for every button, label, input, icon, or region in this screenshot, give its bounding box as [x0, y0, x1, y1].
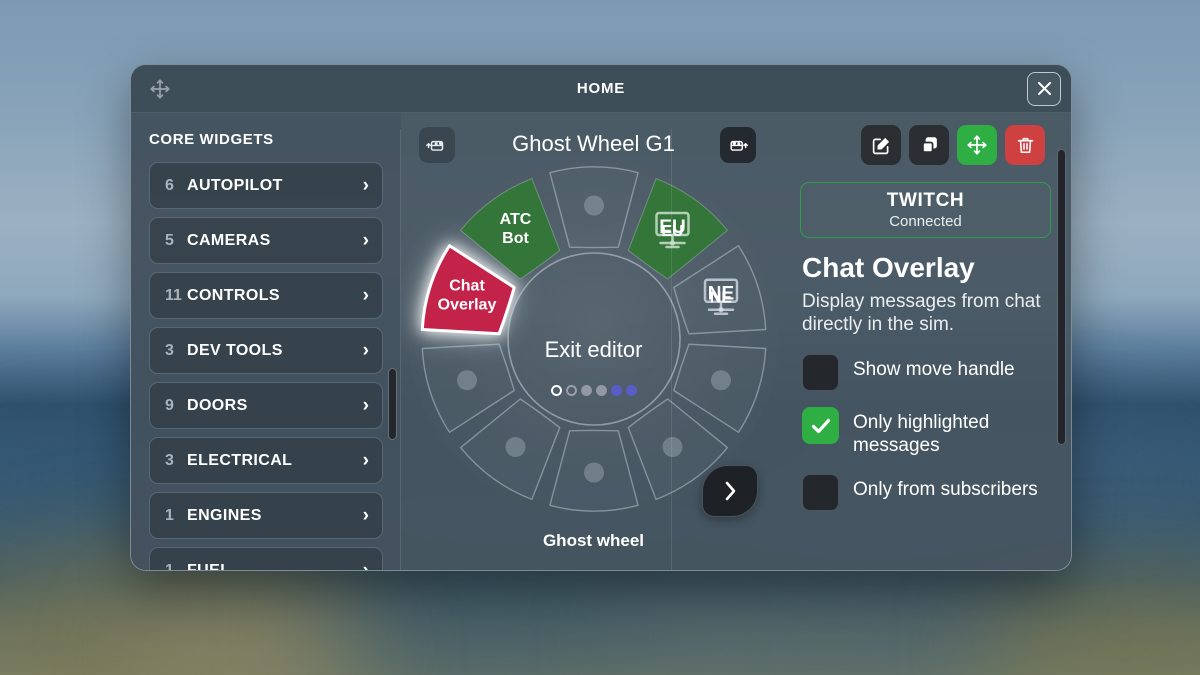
sidebar-item-label: CAMERAS	[187, 231, 271, 249]
close-icon[interactable]	[1027, 71, 1061, 106]
sidebar-item-label: CONTROLS	[187, 286, 280, 304]
ghost-wheel: EU EU NE NE Chat Overlay ATC Bot Exit editor Gh…	[401, 161, 786, 559]
page-title: HOME	[576, 80, 626, 97]
sidebar-item-count: 6	[165, 176, 174, 194]
sidebar-item-count: 1	[165, 506, 174, 524]
sidebar: CORE WIDGETS 6 AUTOPILOT › 5 CAMERAS › 11 CONTR…	[131, 113, 401, 570]
pager-dot[interactable]	[595, 385, 607, 396]
sidebar-item-count: 9	[165, 396, 174, 414]
chevron-right-icon[interactable]	[702, 465, 758, 517]
empty-slot-dot	[583, 462, 604, 483]
chevron-right-icon: ›	[362, 450, 369, 471]
widget-detail-panel: TWITCH Connected Chat Overlay Display me…	[786, 113, 1071, 570]
background-blob	[980, 575, 1200, 675]
sidebar-item-label: FUEL	[187, 561, 231, 571]
empty-slot-dot	[710, 370, 731, 391]
edit-button[interactable]	[861, 125, 901, 165]
option-label: Only from subscribers	[853, 478, 1038, 500]
widget-title: Chat Overlay	[802, 252, 975, 283]
chevron-right-icon: ›	[362, 340, 369, 361]
panel-scrollbar-thumb[interactable]	[1057, 149, 1066, 445]
sidebar-item-controls[interactable]: 11 CONTROLS ›	[149, 272, 383, 319]
background-blob	[620, 555, 1040, 675]
widget-description: Display messages from chat directly in t…	[802, 291, 1041, 336]
window-body: CORE WIDGETS 6 AUTOPILOT › 5 CAMERAS › 11 CONTR…	[131, 113, 1071, 570]
category-list: 6 AUTOPILOT › 5 CAMERAS › 11 CONTROLS › 3 DEV TOOL…	[149, 162, 383, 570]
option-row: Show move handle	[800, 354, 1051, 392]
checkbox-only-highlighted-messages[interactable]	[802, 407, 839, 445]
sidebar-item-engines[interactable]: 1 ENGINES ›	[149, 492, 383, 539]
segment-label: NE	[709, 290, 732, 307]
empty-slot-dot	[456, 370, 477, 391]
chevron-right-icon: ›	[362, 505, 369, 526]
sidebar-item-cameras[interactable]: 5 CAMERAS ›	[149, 217, 383, 264]
pager-dot[interactable]	[580, 385, 592, 396]
pager-dot[interactable]	[550, 385, 562, 396]
wheel-footer-label: Ghost wheel	[542, 531, 645, 550]
sidebar-item-autopilot[interactable]: 6 AUTOPILOT ›	[149, 162, 383, 209]
checkbox-show-move-handle[interactable]	[802, 354, 839, 392]
sidebar-item-count: 3	[165, 341, 174, 359]
sidebar-item-label: ENGINES	[187, 506, 262, 524]
window-titlebar: HOME	[131, 65, 1071, 113]
sidebar-item-fuel[interactable]: 1 FUEL ›	[149, 547, 383, 570]
sidebar-item-count: 11	[165, 286, 182, 304]
checkbox-only-from-subscribers[interactable]	[802, 473, 839, 511]
widget-options: Show move handle Only highlighted message…	[800, 354, 1051, 511]
chevron-right-icon: ›	[362, 395, 369, 416]
option-row: Only from subscribers	[800, 473, 1051, 511]
empty-slot-dot	[505, 437, 525, 457]
option-label: Only highlighted messages	[853, 412, 990, 457]
sidebar-item-label: ELECTRICAL	[187, 451, 293, 469]
pager-dot[interactable]	[565, 385, 577, 396]
chevron-right-icon: ›	[363, 561, 369, 570]
sidebar-item-electrical[interactable]: 3 ELECTRICAL ›	[149, 437, 383, 484]
chevron-right-icon: ›	[362, 175, 369, 196]
pager-dot[interactable]	[625, 385, 637, 396]
move-button[interactable]	[957, 125, 997, 165]
status-badge[interactable]: TWITCH Connected	[800, 182, 1051, 238]
home-window: HOME CORE WIDGETS 6 AUTOPILOT › 5 CAMERAS › 11…	[130, 64, 1072, 571]
empty-slot-dot	[583, 195, 604, 216]
chevron-right-icon: ›	[362, 285, 369, 306]
sidebar-scrollbar-thumb[interactable]	[388, 368, 397, 440]
status-badge-title: TWITCH	[886, 190, 965, 211]
sidebar-item-count: 1	[165, 561, 174, 571]
chevron-right-icon: ›	[362, 230, 369, 251]
wheel-pager-dots[interactable]	[550, 385, 637, 396]
sidebar-item-doors[interactable]: 9 DOORS ›	[149, 382, 383, 429]
pager-dot[interactable]	[610, 385, 622, 396]
wheel-editor: Ghost Wheel G1 EU EU NE NE Chat Overlay …	[401, 113, 786, 570]
center-divider	[671, 129, 672, 570]
sidebar-item-label: AUTOPILOT	[187, 176, 283, 194]
sidebar-item-label: DOORS	[187, 396, 248, 414]
sidebar-item-count: 3	[165, 451, 174, 469]
sidebar-item-dev-tools[interactable]: 3 DEV TOOLS ›	[149, 327, 383, 374]
widget-toolbar	[800, 125, 1051, 165]
sidebar-heading: CORE WIDGETS	[149, 131, 274, 148]
sidebar-scrollbar[interactable]	[388, 273, 397, 533]
status-badge-subtitle: Connected	[889, 213, 962, 230]
delete-button[interactable]	[1005, 125, 1045, 165]
empty-slot-dot	[662, 437, 682, 457]
duplicate-button[interactable]	[909, 125, 949, 165]
sidebar-item-label: DEV TOOLS	[187, 341, 283, 359]
check-icon	[811, 418, 830, 433]
move-arrows-icon[interactable]	[147, 76, 173, 102]
segment-label: EU	[661, 223, 683, 240]
option-label: Show move handle	[853, 359, 1015, 381]
sidebar-item-count: 5	[165, 231, 174, 249]
option-row: Only highlighted messages	[800, 407, 1051, 458]
move-widget-left-icon[interactable]	[419, 127, 455, 163]
move-widget-right-icon[interactable]	[720, 127, 756, 163]
wheel-name: Ghost Wheel G1	[512, 131, 675, 156]
